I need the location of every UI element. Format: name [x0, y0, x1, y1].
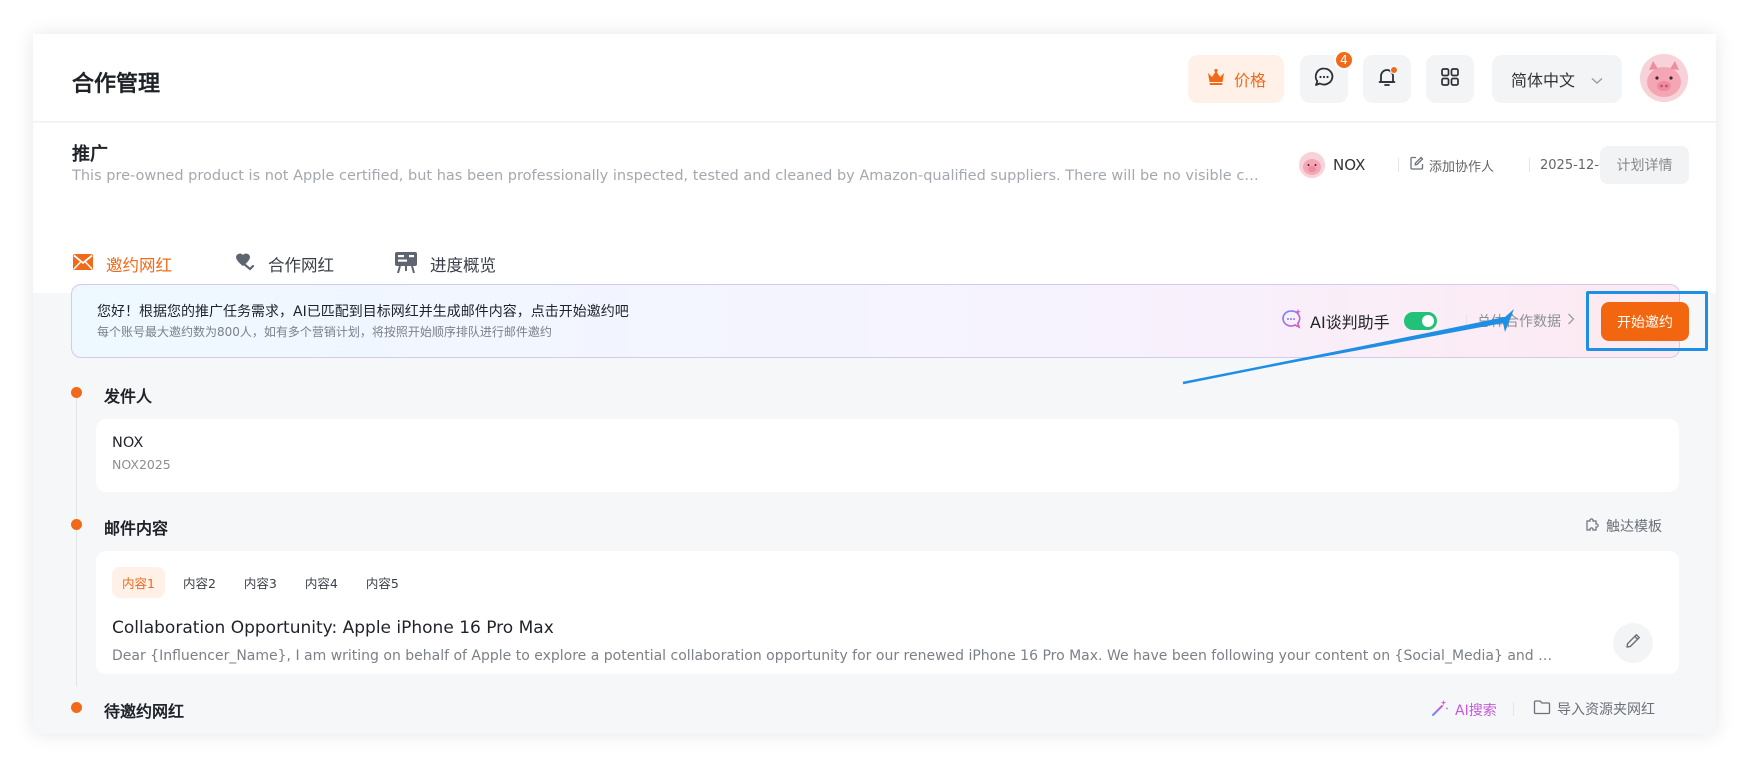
language-select[interactable]: 简体中文 [1492, 55, 1622, 103]
presentation-board-icon [394, 250, 418, 278]
plan-info: 推广 This pre-owned product is not Apple c… [33, 123, 1716, 293]
mail-subject: Collaboration Opportunity: Apple iPhone … [112, 618, 554, 638]
puzzle-icon [1585, 517, 1600, 536]
owner-name: NOX [1333, 156, 1366, 174]
apps-button[interactable] [1426, 55, 1474, 103]
plan-title: 推广 [72, 144, 108, 165]
ai-chat-sparkle-icon [1280, 308, 1302, 334]
pending-section-title: 待邀约网红 [104, 702, 185, 721]
user-avatar[interactable] [1640, 54, 1688, 102]
magic-wand-icon [1431, 699, 1449, 721]
folder-icon [1533, 699, 1551, 719]
tab-progress-overview[interactable]: 进度概览 [394, 241, 496, 286]
content-tab-5[interactable]: 内容5 [356, 567, 409, 598]
messages-button[interactable]: 4 [1300, 50, 1354, 103]
language-label: 简体中文 [1510, 71, 1575, 90]
ai-helper-toggle[interactable] [1403, 312, 1437, 330]
content-tab-3[interactable]: 内容3 [234, 567, 287, 598]
meta-divider [1398, 158, 1399, 172]
tab-partner-influencers[interactable]: 合作网红 [232, 241, 334, 286]
overall-cooperation-link[interactable]: 总体合作数据 [1477, 311, 1575, 331]
mail-section-title: 邮件内容 [104, 519, 169, 538]
timeline-bullet [71, 702, 82, 713]
content-tab-1[interactable]: 内容1 [112, 567, 165, 598]
annotation-highlight-box: 开始邀约 [1586, 291, 1708, 351]
plan-description: This pre-owned product is not Apple cert… [72, 168, 1267, 184]
ai-helper-label: AI谈判助手 [1310, 313, 1390, 332]
crown-icon [1206, 68, 1226, 90]
invite-banner: 您好！根据您的推广任务需求，AI已匹配到目标网红并生成邮件内容，点击开始邀约吧 … [71, 284, 1708, 358]
chevron-down-icon [1591, 70, 1603, 89]
mail-body: Dear {Influencer_Name}, I am writing on … [112, 648, 1557, 664]
overall-link-label: 总体合作数据 [1477, 314, 1561, 330]
timeline-bullet [71, 387, 82, 398]
sender-card[interactable]: NOX NOX2025 [96, 419, 1679, 492]
ai-search-link[interactable]: AI搜索 [1431, 699, 1497, 721]
template-link-label: 触达模板 [1606, 519, 1662, 535]
owner-avatar [1299, 152, 1325, 178]
plan-owner: NOX [1299, 151, 1365, 179]
meta-divider [1529, 158, 1530, 172]
grid-icon [1440, 67, 1460, 91]
edit-square-icon [1410, 156, 1424, 174]
add-collaborator-button[interactable]: 添加协作人 [1410, 151, 1494, 179]
banner-sub-text: 每个账号最大邀约数为800人，如有多个营销计划，将按照开始顺序排队进行邮件邀约 [97, 325, 552, 339]
sender-name: NOX [112, 435, 144, 451]
banner-divider [1466, 314, 1467, 328]
plan-detail-button[interactable]: 计划详情 [1600, 146, 1689, 184]
notifications-button[interactable] [1363, 55, 1411, 103]
pending-divider [1513, 702, 1514, 716]
ai-negotiation-helper: AI谈判助手 [1280, 307, 1437, 335]
price-button[interactable]: 价格 [1188, 55, 1284, 103]
sender-section-title: 发件人 [104, 387, 153, 406]
edit-mail-button[interactable] [1613, 623, 1653, 663]
sender-id: NOX2025 [112, 457, 171, 472]
timeline-bullet [71, 519, 82, 530]
chevron-right-icon [1567, 313, 1575, 329]
start-invite-button[interactable]: 开始邀约 [1601, 302, 1689, 341]
mail-content-card: 内容1 内容2 内容3 内容4 内容5 Collaboration Opport… [96, 551, 1679, 674]
message-count-badge: 4 [1334, 50, 1354, 70]
page-title: 合作管理 [72, 72, 161, 97]
import-folder-label: 导入资源夹网红 [1557, 702, 1655, 718]
price-label: 价格 [1233, 71, 1266, 90]
tab-invite-influencers[interactable]: 邀约网红 [72, 241, 172, 292]
chat-icon [1313, 66, 1335, 92]
top-header: 合作管理 价格 4 简体中文 [33, 34, 1716, 122]
tab-label: 进度概览 [430, 255, 496, 275]
timeline-line [76, 386, 77, 686]
content-tab-2[interactable]: 内容2 [173, 567, 226, 598]
tab-label: 合作网红 [268, 255, 334, 275]
tab-label: 邀约网红 [106, 255, 172, 275]
add-collaborator-label: 添加协作人 [1429, 159, 1495, 175]
notification-dot [1390, 66, 1398, 74]
content-tab-4[interactable]: 内容4 [295, 567, 348, 598]
app-window: 合作管理 价格 4 简体中文 推广 This pre-owned product… [33, 34, 1716, 734]
content-tabs: 内容1 内容2 内容3 内容4 内容5 [112, 567, 409, 598]
envelope-icon [72, 253, 94, 275]
pencil-icon [1624, 632, 1642, 654]
handshake-heart-icon [232, 251, 256, 277]
banner-main-text: 您好！根据您的推广任务需求，AI已匹配到目标网红并生成邮件内容，点击开始邀约吧 [97, 304, 629, 320]
reach-template-link[interactable]: 触达模板 [1585, 516, 1662, 536]
import-folder-link[interactable]: 导入资源夹网红 [1533, 699, 1655, 719]
ai-search-label: AI搜索 [1455, 703, 1497, 719]
